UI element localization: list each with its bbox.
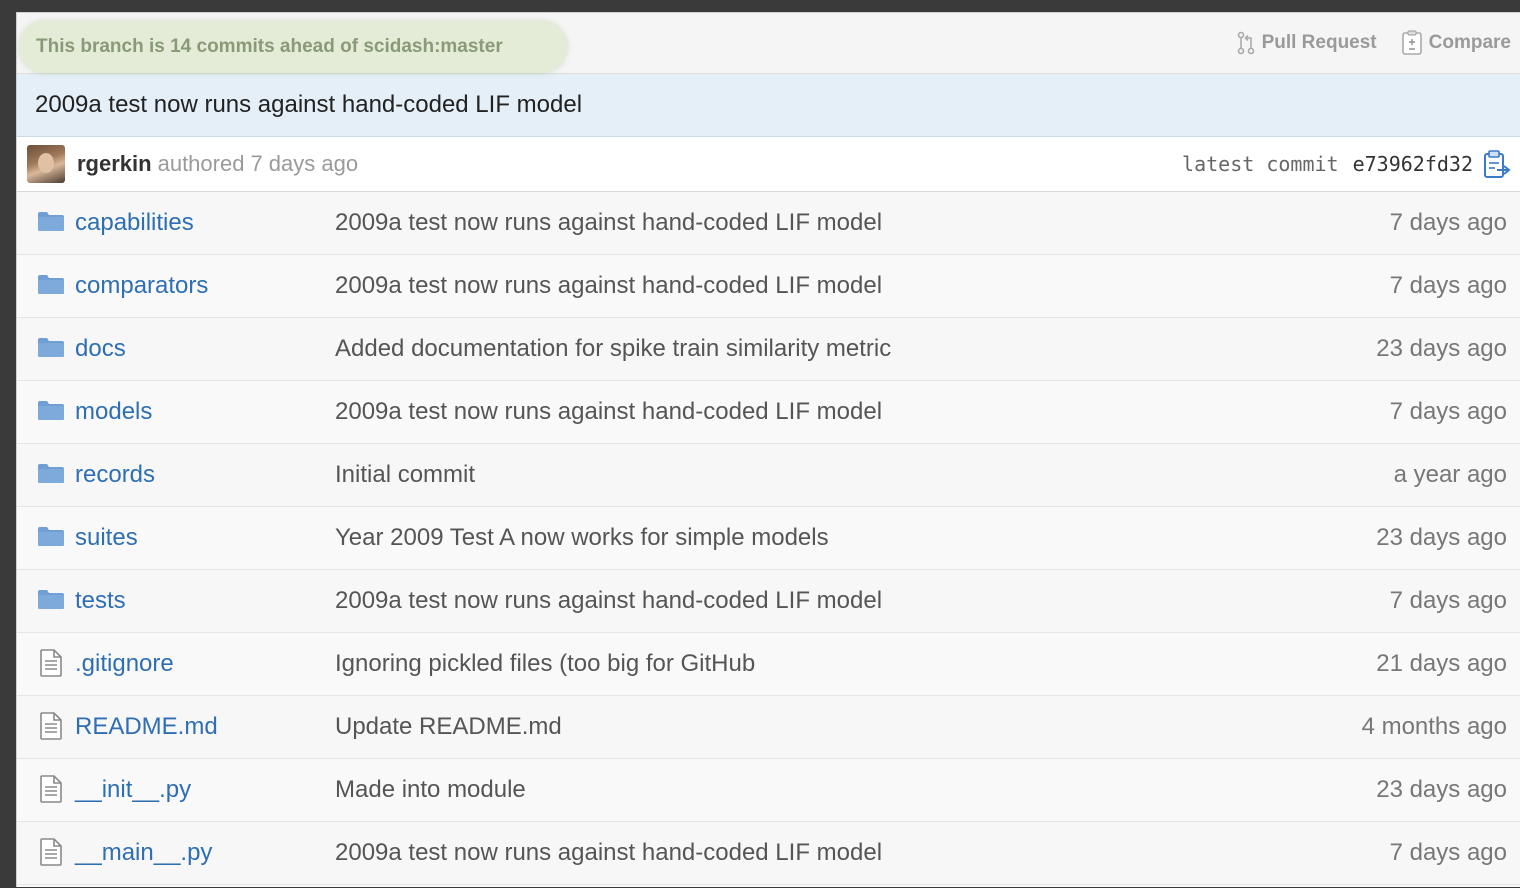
file-age: 23 days ago (1376, 524, 1507, 551)
file-name-link[interactable]: README.md (75, 713, 218, 741)
commit-author[interactable]: rgerkin (77, 151, 152, 177)
file-name-link[interactable]: __init__.py (75, 776, 191, 804)
branch-status-badge: This branch is 14 commits ahead of scida… (19, 21, 567, 73)
file-row: .gitignore Ignoring pickled files (too bi… (17, 633, 1520, 696)
file-row: comparators 2009a test now runs against h… (17, 255, 1520, 318)
compare-button[interactable]: Compare (1401, 30, 1511, 56)
file-age: 7 days ago (1389, 839, 1507, 866)
latest-commit-label: latest commit (1182, 152, 1339, 176)
file-age: 7 days ago (1389, 272, 1507, 299)
pull-request-label: Pull Request (1261, 32, 1377, 53)
file-list: capabilities 2009a test now runs against … (17, 192, 1520, 885)
latest-commit: latest commit e73962fd32 (1182, 137, 1473, 191)
file-age: a year ago (1393, 461, 1507, 488)
file-row: tests 2009a test now runs against hand-co… (17, 570, 1520, 633)
file-age: 21 days ago (1376, 650, 1507, 677)
authored-label: authored (157, 151, 245, 176)
commit-meta: rgerkin authored 7 days ago latest commi… (17, 137, 1520, 192)
file-age: 7 days ago (1389, 209, 1507, 236)
file-name-link[interactable]: __main__.py (75, 839, 212, 867)
file-row: README.md Update README.md 4 months ago (17, 696, 1520, 759)
file-commit-message[interactable]: 2009a test now runs against hand-coded L… (335, 587, 882, 615)
file-name-link[interactable]: tests (75, 587, 126, 615)
pull-request-icon (1236, 31, 1256, 55)
commit-sha[interactable]: e73962fd32 (1353, 152, 1473, 176)
file-name-link[interactable]: comparators (75, 272, 208, 300)
file-icon (39, 649, 63, 682)
file-row: docs Added documentation for spike train … (17, 318, 1520, 381)
file-commit-message[interactable]: Update README.md (335, 713, 562, 741)
branch-status-bar: This branch is 14 commits ahead of scida… (17, 13, 1520, 74)
file-row: models 2009a test now runs against hand-c… (17, 381, 1520, 444)
file-icon (39, 712, 63, 745)
file-commit-message[interactable]: Year 2009 Test A now works for simple mo… (335, 524, 829, 552)
file-row: __main__.py 2009a test now runs against h… (17, 822, 1520, 885)
latest-commit-message[interactable]: 2009a test now runs against hand-coded L… (17, 74, 1520, 137)
folder-icon (37, 588, 65, 615)
file-row: records Initial commit a year ago (17, 444, 1520, 507)
compare-label: Compare (1428, 32, 1511, 53)
repo-file-browser: This branch is 14 commits ahead of scida… (16, 12, 1520, 887)
commit-message-text: 2009a test now runs against hand-coded L… (35, 91, 583, 118)
compare-icon (1401, 30, 1423, 56)
pull-request-button[interactable]: Pull Request (1236, 31, 1377, 55)
file-commit-message[interactable]: Made into module (335, 776, 526, 804)
file-row: capabilities 2009a test now runs against … (17, 192, 1520, 255)
commit-time: 7 days ago (250, 151, 359, 176)
file-icon (39, 775, 63, 808)
folder-icon (37, 210, 65, 237)
file-commit-message[interactable]: 2009a test now runs against hand-coded L… (335, 209, 882, 237)
file-name-link[interactable]: .gitignore (75, 650, 174, 678)
folder-icon (37, 462, 65, 489)
folder-icon (37, 399, 65, 426)
file-commit-message[interactable]: Ignoring pickled files (too big for GitH… (335, 650, 755, 678)
file-name-link[interactable]: docs (75, 335, 126, 363)
branch-actions: Pull Request Compare (1236, 13, 1511, 73)
file-commit-message[interactable]: 2009a test now runs against hand-coded L… (335, 839, 882, 867)
file-commit-message[interactable]: Initial commit (335, 461, 475, 489)
file-commit-message[interactable]: 2009a test now runs against hand-coded L… (335, 272, 882, 300)
file-name-link[interactable]: suites (75, 524, 138, 552)
folder-icon (37, 525, 65, 552)
avatar[interactable] (27, 145, 65, 183)
file-age: 7 days ago (1389, 398, 1507, 425)
file-age: 4 months ago (1361, 713, 1507, 740)
folder-icon (37, 273, 65, 300)
file-name-link[interactable]: records (75, 461, 155, 489)
file-row: suites Year 2009 Test A now works for sim… (17, 507, 1520, 570)
file-age: 23 days ago (1376, 335, 1507, 362)
file-name-link[interactable]: capabilities (75, 209, 194, 237)
file-commit-message[interactable]: 2009a test now runs against hand-coded L… (335, 398, 882, 426)
file-age: 23 days ago (1376, 776, 1507, 803)
clipboard-icon[interactable] (1483, 150, 1511, 185)
file-commit-message[interactable]: Added documentation for spike train simi… (335, 335, 891, 363)
file-name-link[interactable]: models (75, 398, 152, 426)
folder-icon (37, 336, 65, 363)
file-icon (39, 838, 63, 871)
file-age: 7 days ago (1389, 587, 1507, 614)
file-row: __init__.py Made into module 23 days ago (17, 759, 1520, 822)
